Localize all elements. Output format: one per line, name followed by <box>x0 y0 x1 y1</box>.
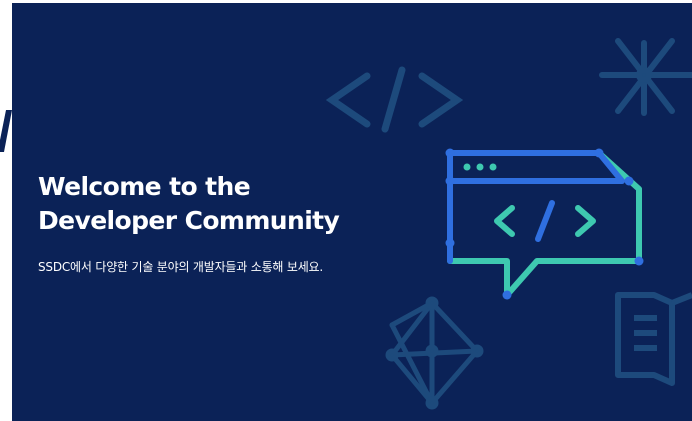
page-title: Welcome to the Developer Community <box>38 170 340 238</box>
slash-fragment-icon <box>0 110 12 152</box>
subtitle: SSDC에서 다양한 기술 분야의 개발자들과 소통해 보세요. <box>38 260 323 274</box>
title-line-2: Developer Community <box>38 206 340 235</box>
title-line-1: Welcome to the <box>38 172 251 201</box>
book-icon <box>615 292 692 386</box>
polyhedron-network-icon <box>385 296 484 410</box>
code-chat-bubble-icon <box>445 148 644 300</box>
page: Welcome to the Developer Community SSDC에… <box>0 0 692 421</box>
asterisk-network-icon <box>599 38 692 116</box>
code-brackets-icon <box>325 66 464 133</box>
hero-banner: Welcome to the Developer Community SSDC에… <box>12 3 692 421</box>
